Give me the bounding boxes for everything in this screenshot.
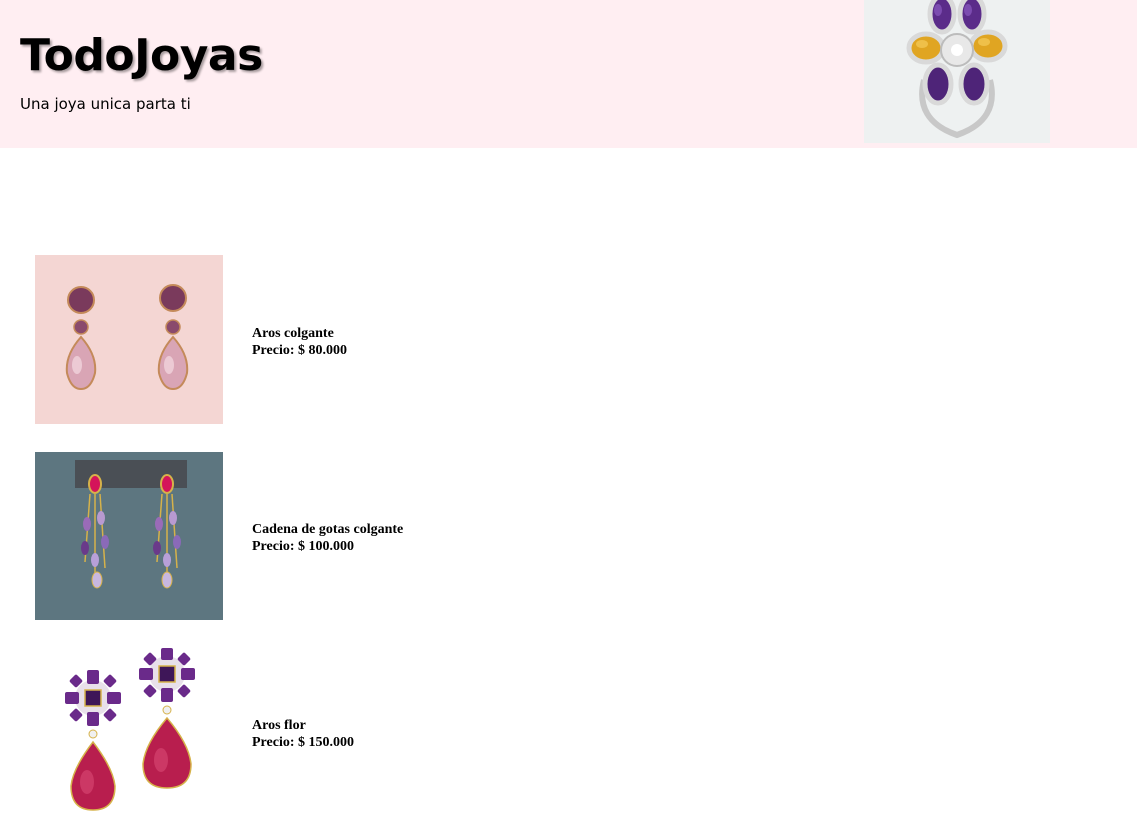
chain-drop-earrings-icon [35, 452, 223, 620]
product-name: Aros flor [252, 718, 306, 733]
drop-earrings-icon [35, 255, 223, 424]
flower-earrings-icon [35, 648, 223, 818]
product-price: Precio: $ 100.000 [252, 539, 354, 554]
header-ring-image [864, 0, 1050, 143]
flower-ring-icon [864, 0, 1050, 143]
product-price: Precio: $ 80.000 [252, 343, 347, 358]
site-tagline: Una joya unica parta ti [20, 95, 191, 113]
product-price: Precio: $ 150.000 [252, 735, 354, 750]
product-image[interactable] [35, 255, 223, 424]
product-name: Aros colgante [252, 326, 334, 341]
product-info: Cadena de gotas colgante Precio: $ 100.0… [252, 521, 403, 555]
product-info: Aros colgante Precio: $ 80.000 [252, 325, 347, 359]
product-info: Aros flor Precio: $ 150.000 [252, 717, 354, 751]
site-title: TodoJoyas [20, 30, 263, 81]
product-image[interactable] [35, 648, 223, 818]
site-header: TodoJoyas Una joya unica parta ti [0, 0, 1137, 148]
product-image[interactable] [35, 452, 223, 620]
product-name: Cadena de gotas colgante [252, 522, 404, 537]
